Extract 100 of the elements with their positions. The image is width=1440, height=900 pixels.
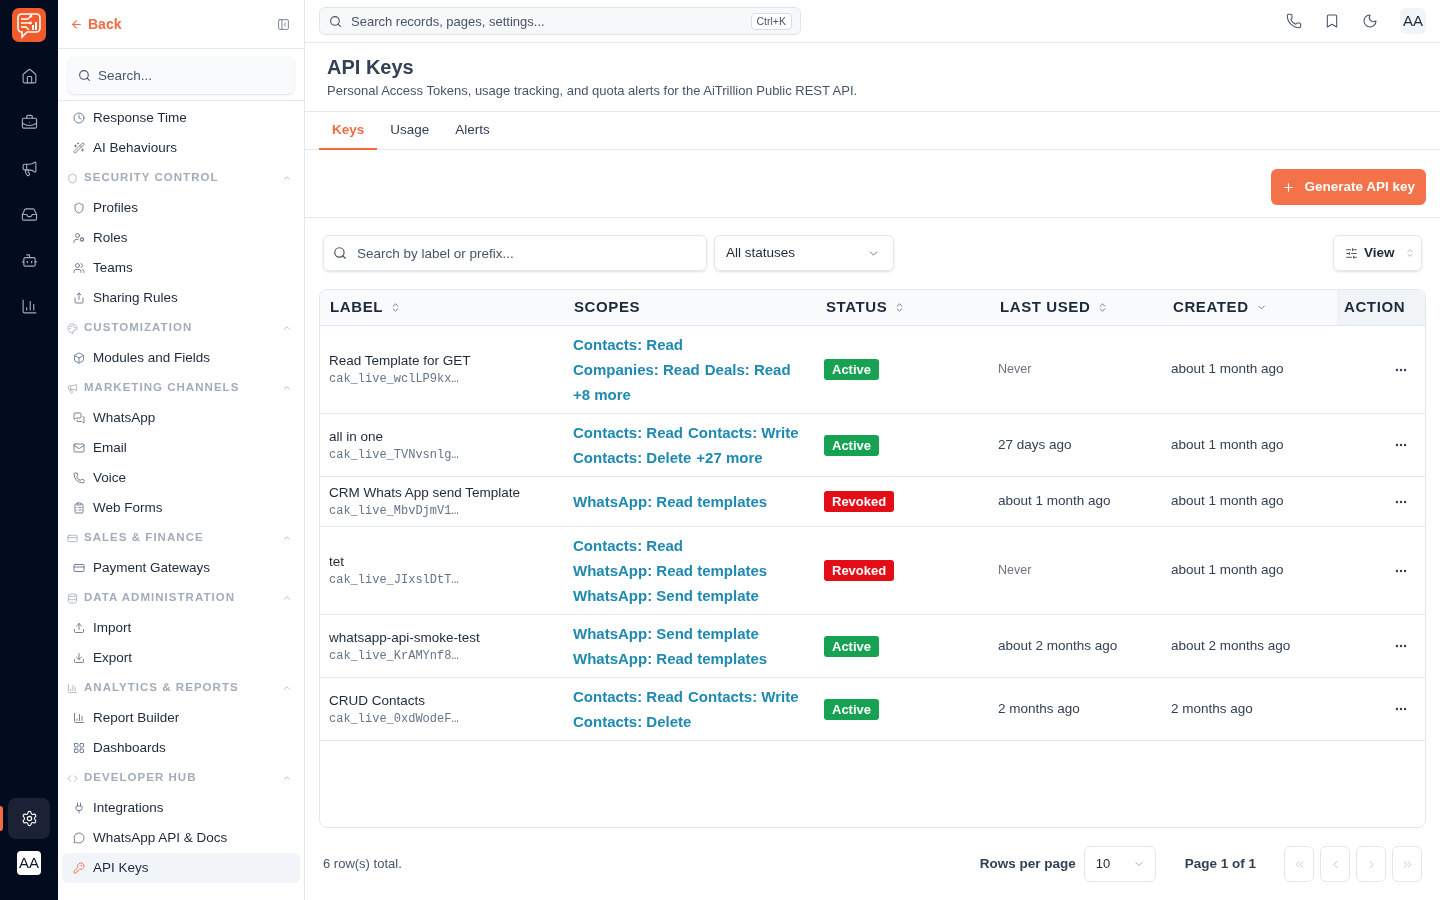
sort-arrows-icon [390, 302, 401, 313]
clock-icon [73, 112, 85, 124]
sidebar-item[interactable]: Sharing Rules [62, 283, 300, 313]
user-avatar[interactable]: AA [1400, 8, 1426, 34]
key-prefix: cak_live_TVNvsnlg… [329, 446, 460, 464]
scope-text: Contacts: Delete [573, 712, 692, 732]
column-header[interactable]: CREATED [1163, 290, 1337, 325]
sidebar-item[interactable]: Roles [62, 223, 300, 253]
palette-icon [67, 322, 78, 334]
mail-icon [73, 442, 85, 454]
status-badge: Active [824, 434, 880, 456]
search-icon [333, 246, 347, 260]
sort-arrows-icon [1404, 248, 1415, 258]
scope-text: WhatsApp: Read templates [573, 561, 768, 581]
created-text: about 1 month ago [1171, 360, 1284, 379]
sidebar-item[interactable]: Modules and Fields [62, 343, 300, 373]
bar-chart-icon [20, 297, 38, 315]
filter-search-field[interactable]: Search by label or prefix... [323, 235, 707, 271]
last-used-text: Never [998, 562, 1032, 580]
last-used-text: 2 months ago [998, 699, 1080, 718]
sidebar-item[interactable]: Report Builder [62, 703, 300, 733]
key-label: all in one [329, 427, 385, 446]
sidebar-item[interactable]: Payment Gateways [62, 553, 300, 583]
status-badge: Revoked [824, 491, 895, 512]
sidebar-item[interactable]: WhatsApp API & Docs [62, 823, 300, 853]
chevron-up-icon [282, 773, 292, 783]
robot-icon [20, 251, 38, 269]
sidebar-item[interactable]: Import [62, 613, 300, 643]
column-header[interactable]: LABEL [320, 290, 564, 325]
sidebar-item[interactable]: Web Forms [62, 493, 300, 523]
view-button[interactable]: View [1333, 235, 1422, 271]
key-icon [73, 862, 85, 874]
created-text: 2 months ago [1171, 699, 1253, 718]
chevron-up-icon [282, 173, 292, 183]
bar-chart-icon [67, 682, 78, 694]
scope-text: +27 more [696, 448, 763, 468]
phone-icon[interactable] [1286, 13, 1302, 29]
bookmark-icon[interactable] [1324, 13, 1340, 29]
column-header[interactable]: STATUS [816, 290, 990, 325]
scope-text: WhatsApp: Read templates [573, 492, 768, 512]
rows-per-page-select[interactable]: 10 [1083, 846, 1156, 882]
chevron-up-icon [282, 683, 292, 693]
key-prefix: cak_live_MbvDjmV1… [329, 503, 460, 520]
shield-icon [67, 172, 78, 184]
logo-icon[interactable] [12, 8, 46, 42]
column-header[interactable]: LAST USED [990, 290, 1163, 325]
settings-icon [20, 809, 38, 827]
sidebar-item[interactable]: Profiles [62, 193, 300, 223]
sidebar-item[interactable]: Response Time [62, 103, 300, 133]
rail-nav-button[interactable] [8, 797, 50, 839]
sidebar-item[interactable]: AI Behaviours [62, 133, 300, 163]
page-title: API Keys [327, 55, 415, 80]
user-avatar[interactable]: AA [17, 851, 41, 875]
shield-icon [73, 202, 85, 214]
sidebar-item[interactable]: Export [62, 643, 300, 673]
scope-text: Contacts: Read [573, 687, 684, 707]
sidebar-item[interactable]: Dashboards [62, 733, 300, 763]
sidebar-item[interactable]: Teams [62, 253, 300, 283]
page-indicator: Page 1 of 1 [1184, 854, 1256, 873]
page-subtitle: Personal Access Tokens, usage tracking, and quota alerts for the AiTrillion Public REST API. [327, 82, 859, 100]
moon-icon[interactable] [1362, 13, 1378, 29]
chevron-up-icon [282, 323, 292, 333]
inbox-icon [20, 205, 38, 223]
status-badge: Revoked [824, 560, 895, 581]
created-text: about 2 months ago [1171, 636, 1291, 655]
scope-text: Deals: Read [704, 360, 791, 380]
scope-text: +8 more [573, 385, 631, 405]
key-label: CRM Whats App send Template [329, 484, 522, 502]
created-text: about 1 month ago [1171, 492, 1284, 511]
sidebar-item[interactable]: Voice [62, 463, 300, 493]
sidebar-item[interactable]: Email [62, 433, 300, 463]
last-used-text: 27 days ago [998, 435, 1072, 454]
scope-text: Contacts: Delete [573, 448, 692, 468]
sidebar-item[interactable]: API Keys [62, 853, 300, 883]
tab[interactable]: Alerts [442, 112, 503, 150]
created-text: about 1 month ago [1171, 435, 1284, 454]
sidebar-item[interactable]: WhatsApp [62, 403, 300, 433]
scope-text: Contacts: Write [688, 687, 799, 707]
key-label: whatsapp-api-smoke-test [329, 628, 481, 647]
magic-wand-icon [73, 142, 85, 154]
chevron-up-icon [282, 533, 292, 543]
sidebar-item[interactable]: Integrations [62, 793, 300, 823]
scope-text: Companies: Read [573, 360, 700, 380]
arrow-left-icon [70, 17, 83, 31]
shortcut-hint: Ctrl+K [750, 13, 792, 30]
megaphone-icon [67, 382, 78, 394]
scope-text: Contacts: Read [573, 335, 684, 355]
rows-per-page-label: Rows per page [979, 854, 1076, 873]
plug-icon [73, 802, 85, 814]
grid-icon [73, 742, 85, 754]
column-header: ACTION [1337, 290, 1425, 325]
plus-icon [1282, 180, 1296, 194]
download-icon [73, 652, 85, 664]
status-select[interactable]: All statuses [714, 235, 894, 271]
clipboard-icon [73, 502, 85, 514]
search-field[interactable]: Search... [68, 57, 294, 94]
scope-text: Contacts: Read [573, 423, 684, 443]
collapse-panel-icon[interactable] [277, 17, 290, 31]
tab[interactable]: Usage [377, 112, 443, 150]
active-marker [0, 805, 3, 831]
